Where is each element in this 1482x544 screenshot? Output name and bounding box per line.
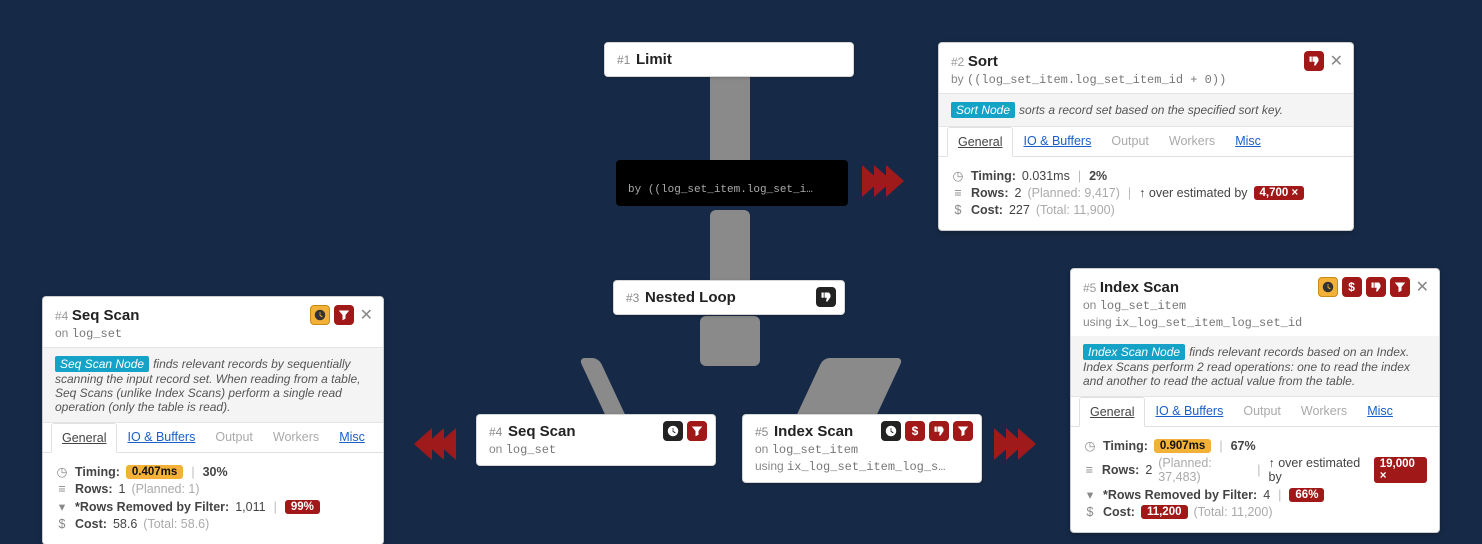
arrow-left: [414, 428, 450, 460]
filter-icon: ▾: [55, 499, 69, 514]
panel-title: Sort: [968, 53, 998, 70]
rows-icon: ≡: [1083, 463, 1096, 477]
thumb-down-icon: [929, 421, 949, 441]
close-icon[interactable]: ✕: [1328, 51, 1345, 71]
node-sort-compact[interactable]: by ((log_set_item.log_set_i…: [616, 160, 848, 206]
node-index-scan[interactable]: #5 Index Scan on log_set_item using ix_l…: [742, 414, 982, 483]
filter-icon: ▾: [1083, 487, 1097, 502]
clock-icon: ◷: [951, 168, 965, 183]
clock-icon: [663, 421, 683, 441]
filter-icon: [953, 421, 973, 441]
cost-icon: $: [1083, 505, 1097, 519]
thumb-down-icon: [1366, 277, 1386, 297]
tabs: General IO & Buffers Output Workers Misc: [43, 423, 383, 453]
cost-icon: $: [55, 517, 69, 531]
thumb-down-icon: [816, 287, 836, 307]
connector: [710, 210, 750, 290]
tabs: General IO & Buffers Output Workers Misc: [1071, 397, 1439, 427]
node-index: #4: [489, 425, 502, 439]
panel-index-scan: #5 Index Scan on log_set_item using ix_l…: [1070, 268, 1440, 533]
tab-io[interactable]: IO & Buffers: [1145, 397, 1233, 426]
node-nested-loop[interactable]: #3 Nested Loop: [613, 280, 845, 315]
tab-misc[interactable]: Misc: [329, 423, 375, 452]
clock-icon: [1318, 277, 1338, 297]
cost-icon: $: [951, 203, 965, 217]
tab-misc[interactable]: Misc: [1357, 397, 1403, 426]
node-type-tag: Index Scan Node: [1083, 344, 1185, 360]
node-index: #1: [617, 53, 630, 67]
dollar-icon: $: [1342, 277, 1362, 297]
node-seq-scan[interactable]: #4 Seq Scan on log_set: [476, 414, 716, 466]
node-type-tag: Seq Scan Node: [55, 356, 149, 372]
node-title: Nested Loop: [645, 289, 736, 306]
tab-general[interactable]: General: [51, 423, 117, 453]
node-title: Limit: [636, 51, 672, 68]
tab-misc[interactable]: Misc: [1225, 127, 1271, 156]
rows-icon: ≡: [951, 186, 965, 200]
filter-icon: [334, 305, 354, 325]
filter-icon: [1390, 277, 1410, 297]
tab-workers[interactable]: Workers: [1159, 127, 1225, 156]
tab-output[interactable]: Output: [205, 423, 263, 452]
clock-icon: ◷: [55, 464, 69, 479]
thumb-down-icon: [828, 166, 840, 178]
tabs: General IO & Buffers Output Workers Misc: [939, 127, 1353, 157]
panel-title: Index Scan: [1100, 279, 1179, 296]
node-type-tag: Sort Node: [951, 102, 1015, 118]
node-limit[interactable]: #1 Limit: [604, 42, 854, 77]
arrow-right: [868, 165, 904, 197]
node-title: Index Scan: [774, 423, 853, 440]
tab-output[interactable]: Output: [1233, 397, 1291, 426]
close-icon[interactable]: ✕: [358, 305, 375, 325]
connector: [700, 316, 760, 366]
thumb-down-icon: [1304, 51, 1324, 71]
filter-icon: [687, 421, 707, 441]
clock-icon: ◷: [1083, 438, 1097, 453]
node-index: #5: [755, 425, 768, 439]
panel-sort: #2 Sort by ((log_set_item.log_set_item_i…: [938, 42, 1354, 231]
node-index: #3: [626, 291, 639, 305]
close-icon[interactable]: ✕: [1414, 277, 1431, 297]
tab-io[interactable]: IO & Buffers: [1013, 127, 1101, 156]
tab-workers[interactable]: Workers: [1291, 397, 1357, 426]
panel-title: Seq Scan: [72, 307, 140, 324]
tab-workers[interactable]: Workers: [263, 423, 329, 452]
clock-icon: [881, 421, 901, 441]
node-title: Seq Scan: [508, 423, 576, 440]
tab-general[interactable]: General: [947, 127, 1013, 157]
arrow-right: [1000, 428, 1036, 460]
tab-io[interactable]: IO & Buffers: [117, 423, 205, 452]
tab-general[interactable]: General: [1079, 397, 1145, 427]
dollar-icon: $: [905, 421, 925, 441]
clock-icon: [310, 305, 330, 325]
panel-seq-scan: #4 Seq Scan on log_set ✕ Seq Scan Nodefi…: [42, 296, 384, 544]
rows-icon: ≡: [55, 482, 69, 496]
tab-output[interactable]: Output: [1101, 127, 1159, 156]
